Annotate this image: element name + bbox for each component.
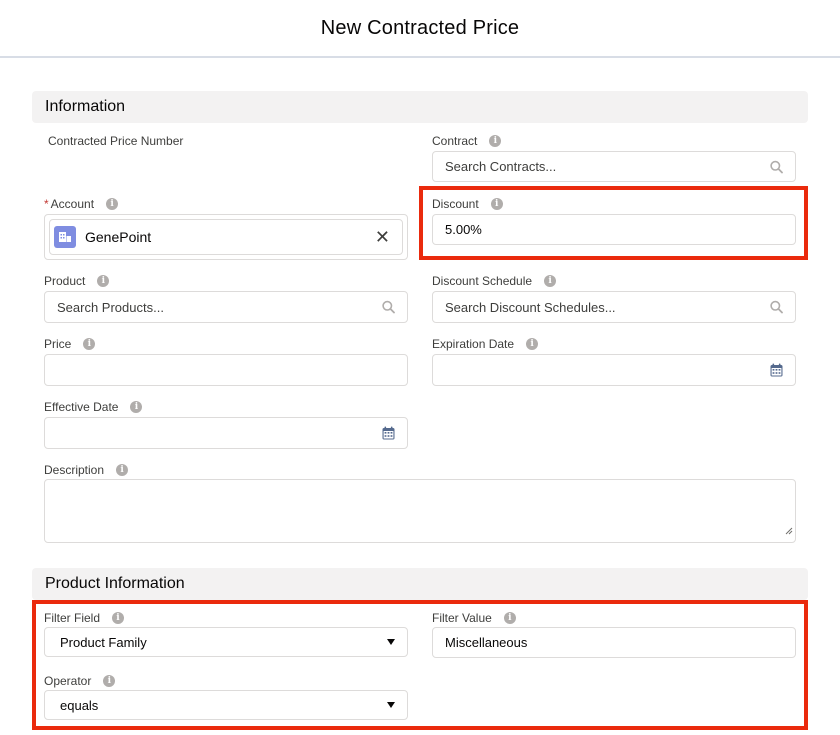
- info-icon[interactable]: i: [83, 338, 96, 350]
- info-icon[interactable]: i: [544, 275, 557, 287]
- discount-schedule-label: Discount Schedule: [432, 274, 533, 288]
- contract-field: Contract i Search Contracts...: [432, 132, 796, 182]
- required-marker: *: [44, 197, 49, 211]
- account-field: * Account i GenePoint ✕: [44, 195, 408, 260]
- contracted-price-number-field: Contracted Price Number: [48, 132, 183, 150]
- search-icon: [770, 300, 783, 314]
- expiration-date-field: Expiration Date i: [432, 335, 796, 386]
- info-icon[interactable]: i: [97, 275, 110, 287]
- expiration-date-label: Expiration Date: [432, 337, 515, 351]
- contracted-price-number-label: Contracted Price Number: [48, 134, 184, 148]
- calendar-icon[interactable]: [770, 363, 783, 377]
- account-lookup: GenePoint ✕: [44, 214, 408, 260]
- description-label: Description: [44, 463, 105, 477]
- product-label: Product: [44, 274, 86, 288]
- product-field: Product i Search Products...: [44, 272, 408, 323]
- description-field: Description i: [44, 461, 796, 543]
- account-value: GenePoint: [85, 229, 152, 245]
- account-pill[interactable]: GenePoint ✕: [49, 219, 403, 255]
- section-header-information[interactable]: Information: [32, 91, 808, 123]
- price-label: Price: [44, 337, 72, 351]
- discount-schedule-search-input[interactable]: Search Discount Schedules...: [432, 291, 796, 323]
- contract-label: Contract: [432, 134, 478, 148]
- info-icon[interactable]: i: [489, 135, 502, 147]
- modal-title: New Contracted Price: [320, 16, 520, 39]
- price-input[interactable]: [44, 354, 408, 386]
- close-icon[interactable]: ✕: [375, 228, 390, 246]
- effective-date-field: Effective Date i: [44, 398, 408, 449]
- price-field: Price i: [44, 335, 408, 386]
- resize-handle-icon[interactable]: [785, 522, 793, 540]
- product-search-input[interactable]: Search Products...: [44, 291, 408, 323]
- info-icon[interactable]: i: [130, 401, 143, 413]
- info-icon[interactable]: i: [106, 198, 119, 210]
- expiration-date-input[interactable]: [432, 354, 796, 386]
- contract-placeholder: Search Contracts...: [445, 159, 557, 174]
- effective-date-input[interactable]: [44, 417, 408, 449]
- search-icon: [382, 300, 395, 314]
- product-placeholder: Search Products...: [57, 299, 164, 315]
- description-textarea[interactable]: [44, 479, 796, 543]
- info-icon[interactable]: i: [526, 338, 539, 350]
- search-icon: [770, 160, 783, 173]
- account-icon: [54, 226, 76, 248]
- account-label: Account: [50, 197, 95, 211]
- discount-schedule-field: Discount Schedule i Search Discount Sche…: [432, 272, 796, 323]
- modal-header: New Contracted Price: [0, 0, 840, 58]
- highlight-box-product-information: [32, 600, 808, 730]
- effective-date-label: Effective Date: [44, 400, 119, 414]
- contract-search-input[interactable]: Search Contracts...: [432, 151, 796, 182]
- section-header-product-information[interactable]: Product Information: [32, 568, 808, 600]
- calendar-icon[interactable]: [382, 426, 395, 440]
- discount-schedule-placeholder: Search Discount Schedules...: [445, 299, 616, 315]
- highlight-box-discount: [419, 186, 808, 260]
- info-icon[interactable]: i: [116, 464, 129, 476]
